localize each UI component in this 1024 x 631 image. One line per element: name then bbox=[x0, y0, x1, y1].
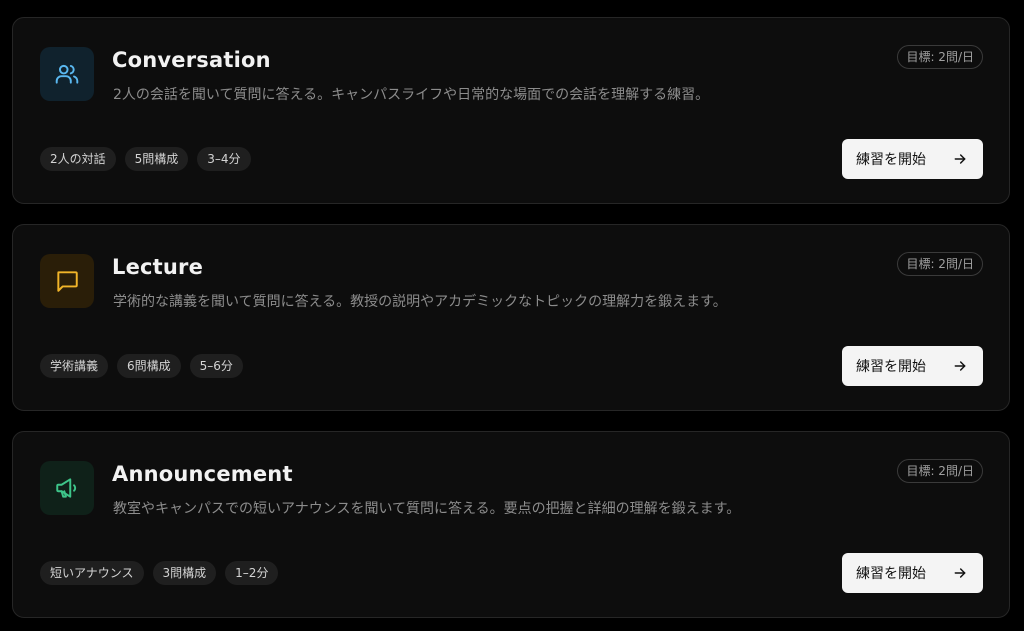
tag-list: 学術講義 6問構成 5–6分 bbox=[40, 354, 243, 378]
users-icon bbox=[40, 47, 94, 101]
tag: 1–2分 bbox=[225, 561, 279, 585]
tag: 学術講義 bbox=[40, 354, 109, 378]
arrow-right-icon bbox=[954, 361, 966, 371]
message-square-icon bbox=[40, 254, 94, 308]
start-practice-button[interactable]: 練習を開始 bbox=[842, 553, 983, 593]
tag-list: 短いアナウンス 3問構成 1–2分 bbox=[40, 561, 279, 585]
start-practice-button[interactable]: 練習を開始 bbox=[842, 346, 983, 386]
goal-badge: 目標: 2問/日 bbox=[897, 252, 983, 276]
tag: 2人の対話 bbox=[40, 147, 116, 171]
practice-card-announcement: Announcement 教室やキャンパスでの短いアナウンスを聞いて質問に答える… bbox=[12, 431, 1010, 618]
tag: 5問構成 bbox=[124, 147, 189, 171]
start-practice-label: 練習を開始 bbox=[856, 152, 926, 168]
card-description: 教室やキャンパスでの短いアナウンスを聞いて質問に答える。要点の把握と詳細の理解を… bbox=[113, 501, 741, 517]
arrow-right-icon bbox=[954, 568, 966, 578]
start-practice-label: 練習を開始 bbox=[856, 566, 926, 582]
card-title: Announcement bbox=[112, 462, 293, 486]
tag: 5–6分 bbox=[189, 354, 243, 378]
goal-badge: 目標: 2問/日 bbox=[897, 459, 983, 483]
practice-card-lecture: Lecture 学術的な講義を聞いて質問に答える。教授の説明やアカデミックなトピ… bbox=[12, 224, 1010, 411]
start-practice-button[interactable]: 練習を開始 bbox=[842, 139, 983, 179]
tag: 短いアナウンス bbox=[40, 561, 144, 585]
card-title: Conversation bbox=[112, 48, 271, 72]
card-description: 学術的な講義を聞いて質問に答える。教授の説明やアカデミックなトピックの理解力を鍛… bbox=[113, 294, 727, 310]
tag: 3–4分 bbox=[197, 147, 251, 171]
tag: 6問構成 bbox=[117, 354, 181, 378]
practice-card-conversation: Conversation 2人の会話を聞いて質問に答える。キャンパスライフや日常… bbox=[12, 17, 1010, 204]
card-title: Lecture bbox=[112, 255, 204, 279]
arrow-right-icon bbox=[954, 154, 966, 164]
megaphone-icon bbox=[40, 461, 94, 515]
start-practice-label: 練習を開始 bbox=[856, 359, 926, 375]
card-description: 2人の会話を聞いて質問に答える。キャンパスライフや日常的な場面での会話を理解する… bbox=[113, 87, 710, 103]
tag: 3問構成 bbox=[152, 561, 217, 585]
goal-badge: 目標: 2問/日 bbox=[897, 45, 983, 69]
tag-list: 2人の対話 5問構成 3–4分 bbox=[40, 147, 251, 171]
